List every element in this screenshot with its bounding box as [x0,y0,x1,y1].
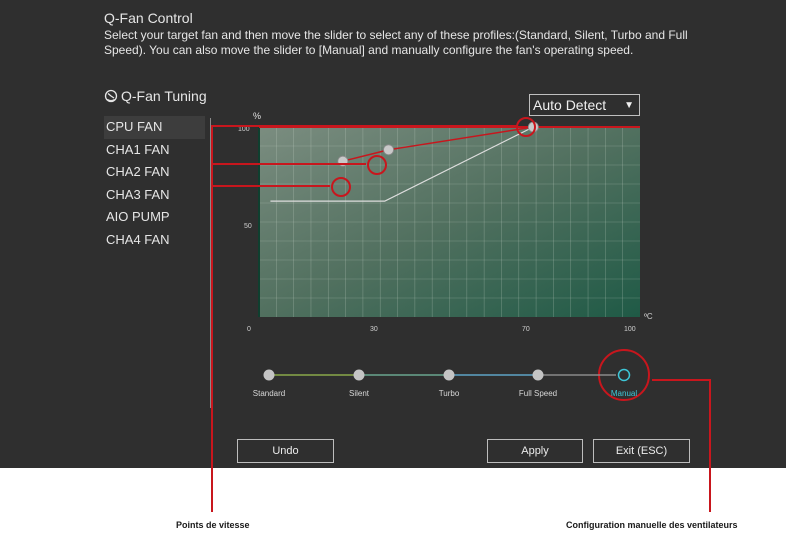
profile-knob-silent[interactable] [353,369,365,381]
y-tick-100: 100 [238,126,250,133]
profile-label-silent: Silent [349,389,370,398]
x-tick-0: 0 [247,326,251,333]
y-tick-50: 50 [244,223,252,230]
profile-knob-full-speed[interactable] [532,369,544,381]
caption-manual-config: Configuration manuelle des ventilateurs [566,520,738,530]
profile-label-full-speed: Full Speed [519,389,557,398]
profile-slider: Standard Silent Turbo Full Speed Manual [253,368,637,398]
x-tick-70: 70 [522,326,530,333]
x-tick-100: 100 [624,326,636,333]
profile-label-manual: Manual [611,389,637,398]
fan-curve-overlay: % 100 50 0 30 70 100 ºC Standard Silent Tu… [211,111,711,512]
speed-point-2[interactable] [383,144,394,156]
x-tick-30: 30 [370,326,378,333]
profile-knob-manual[interactable] [617,368,631,382]
profile-knob-standard[interactable] [263,369,275,381]
profile-knob-turbo[interactable] [443,369,455,381]
profile-label-standard: Standard [253,389,285,398]
x-unit-label: ºC [644,312,653,321]
caption-speed-points: Points de vitesse [176,520,250,530]
y-unit-label: % [253,111,261,121]
profile-label-turbo: Turbo [439,389,460,398]
